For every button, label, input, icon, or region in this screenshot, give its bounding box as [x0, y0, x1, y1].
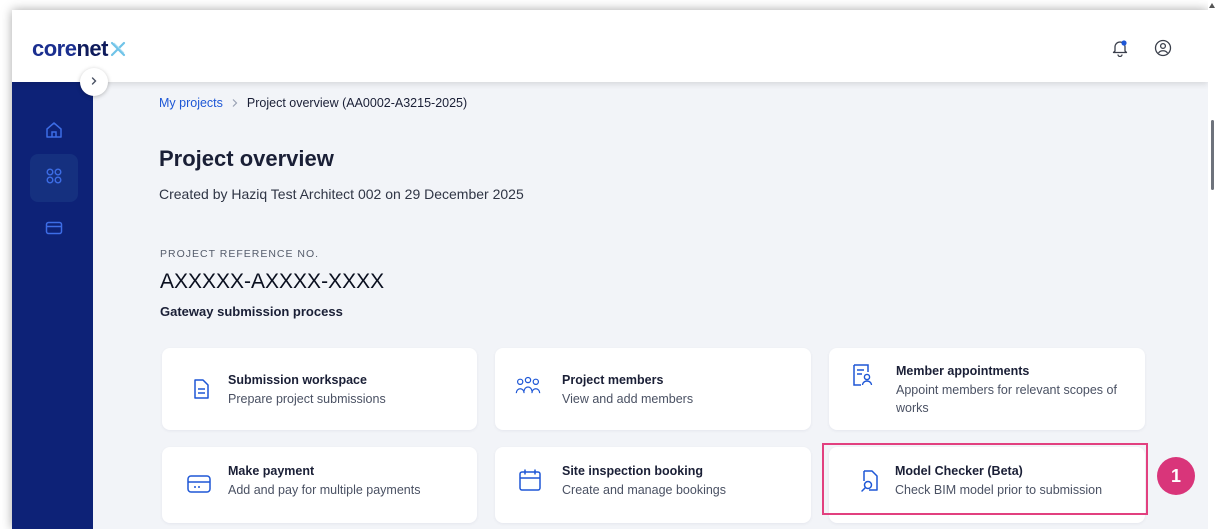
logo-text-core: core [32, 36, 77, 61]
corenet-logo[interactable]: core net [32, 36, 126, 62]
card-submission-workspace[interactable]: Submission workspace Prepare project sub… [162, 348, 477, 430]
grid-icon [44, 166, 64, 191]
card-member-appointments[interactable]: Member appointments Appoint members for … [829, 348, 1145, 430]
home-icon [44, 120, 64, 145]
card-description: Appoint members for relevant scopes of w… [896, 383, 1117, 415]
card-icon [44, 218, 64, 243]
card-title: Make payment [228, 464, 315, 478]
process-label: Gateway submission process [160, 304, 343, 319]
file-search-icon [857, 468, 883, 494]
card-description: Add and pay for multiple payments [228, 483, 421, 497]
top-bar: core net [12, 10, 1208, 82]
sidebar-collapse-button[interactable] [80, 68, 108, 96]
scroll-up-icon[interactable] [1208, 0, 1216, 10]
user-icon[interactable] [1153, 38, 1173, 58]
sidebar-item-projects[interactable] [30, 154, 78, 202]
breadcrumb-current: Project overview (AA0002-A3215-2025) [246, 96, 468, 110]
calendar-icon [517, 467, 543, 493]
card-site-inspection-booking[interactable]: Site inspection booking Create and manag… [495, 447, 811, 523]
chevron-right-icon [89, 73, 99, 91]
chevron-right-icon [231, 98, 239, 108]
card-description: Create and manage bookings [562, 483, 727, 497]
bell-icon[interactable] [1110, 38, 1130, 58]
card-description: Prepare project submissions [228, 392, 386, 406]
card-title: Member appointments [896, 364, 1030, 378]
card-title: Model Checker (Beta) [895, 464, 1023, 478]
document-icon [188, 376, 214, 402]
scrollbar-thumb[interactable] [1211, 120, 1214, 190]
card-description: Check BIM model prior to submission [895, 483, 1103, 497]
card-title: Site inspection booking [562, 464, 703, 478]
step-badge: 1 [1157, 457, 1195, 495]
card-title: Submission workspace [228, 373, 367, 387]
card-title: Project members [562, 373, 664, 387]
appointment-icon [849, 362, 875, 388]
users-icon [515, 374, 541, 400]
project-ref-label: PROJECT REFERENCE NO. [160, 248, 320, 260]
card-make-payment[interactable]: Make payment Add and pay for multiple pa… [162, 447, 477, 523]
breadcrumb: My projects Project overview (AA0002-A32… [159, 96, 467, 110]
app-window: core net My projects Project overview (A… [12, 10, 1208, 529]
sidebar-item-payments[interactable] [30, 206, 78, 254]
breadcrumb-my-projects[interactable]: My projects [159, 96, 223, 110]
card-project-members[interactable]: Project members View and add members [495, 348, 811, 430]
logo-text-net: net [76, 36, 108, 61]
sidebar [12, 82, 93, 529]
logo-x-icon [110, 41, 126, 57]
card-icon [186, 471, 212, 497]
page-subtitle: Created by Haziq Test Architect 002 on 2… [159, 186, 524, 202]
project-ref-value: AXXXXX-AXXXX-XXXX [160, 270, 385, 293]
card-model-checker[interactable]: Model Checker (Beta) Check BIM model pri… [829, 447, 1145, 523]
sidebar-item-home[interactable] [30, 108, 78, 156]
scrollbar[interactable] [1208, 0, 1216, 529]
page-title: Project overview [159, 146, 334, 171]
card-description: View and add members [562, 392, 694, 406]
